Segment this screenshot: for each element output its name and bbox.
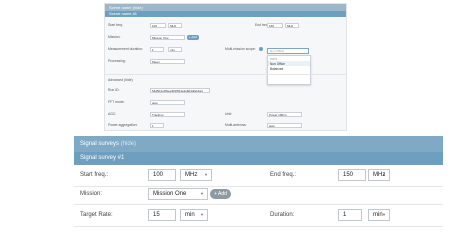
mini-unit-label: Unit: (225, 112, 232, 116)
mini-measurement-label: Measurement duration: (108, 47, 143, 51)
mini-agc-select[interactable]: Tracking (150, 111, 185, 117)
mission-select[interactable]: Mission One (148, 188, 208, 200)
mini-survey-panel: Scene name (hide) Scene name #1 Start fr… (104, 3, 347, 131)
mini-mission-row: Mission: Mission One + Add (105, 33, 346, 41)
signal-surveys-header[interactable]: Signal surveys (hide) (74, 136, 443, 152)
mini-aggregation-row: Power aggregation: 1 Multi-antenna: auto (105, 121, 346, 129)
row-divider (74, 186, 443, 187)
mini-advanced-row: Advanced (hide) (105, 76, 346, 84)
mini-mission-select[interactable]: Mission One (150, 34, 185, 40)
mini-aggregation-label: Power aggregation: (108, 123, 138, 127)
info-icon[interactable] (259, 47, 263, 51)
mini-freq-row: Start freq: 100 MHz End freq: 150 MHz (105, 21, 346, 29)
mini-start-freq-label: Start freq: (108, 23, 123, 27)
target-rate-input[interactable]: 15 (148, 209, 176, 221)
start-freq-label: Start freq.: (80, 172, 109, 178)
end-freq-unit-select[interactable]: MHz (368, 169, 390, 181)
end-freq-label: End freq.: (270, 172, 297, 178)
start-freq-input[interactable]: 100 (148, 169, 176, 181)
mini-fft-row: FFT mode: auto (105, 98, 346, 106)
row-divider (74, 226, 443, 227)
mini-processing-select[interactable]: Mean (150, 58, 185, 64)
mini-divider (105, 74, 346, 75)
signal-survey-subheader: Signal survey #1 (74, 152, 443, 165)
hide-link[interactable]: (hide) (121, 141, 136, 147)
mini-end-freq-unit-select[interactable]: MHz (285, 22, 299, 28)
duration-input[interactable]: 1 (338, 209, 362, 221)
row-divider (74, 204, 443, 205)
target-rate-label: Target Rate: (80, 212, 113, 218)
mini-measurement-row: Measurement duration: 1 min Multi-missio… (105, 45, 346, 53)
mini-multi-antenna-label: Multi-antenna: (225, 123, 247, 127)
mini-agc-row: AGC: Tracking Unit: Power (dBm) (105, 110, 346, 118)
mini-multi-antenna-select[interactable]: auto (267, 122, 302, 128)
mini-section-title: Scene name (109, 5, 132, 10)
mini-hide-link[interactable]: (hide) (133, 5, 143, 10)
duration-label: Duration: (270, 212, 295, 218)
signal-surveys-panel: Signal surveys (hide) Signal survey #1 S… (74, 136, 443, 245)
mini-run-id-label: Run ID: (108, 88, 120, 92)
duration-unit-select[interactable]: min (368, 209, 390, 221)
mini-measurement-input[interactable]: 1 (150, 46, 164, 52)
mini-start-freq-input[interactable]: 100 (150, 22, 166, 28)
mini-fft-select[interactable]: auto (150, 99, 185, 105)
section-title: Signal surveys (80, 141, 120, 147)
mini-sub-header: Scene name #1 (105, 11, 346, 17)
mini-fft-label: FFT mode: (108, 100, 125, 104)
end-freq-input[interactable]: 150 (338, 169, 366, 181)
add-mission-button[interactable]: + Add (210, 189, 231, 199)
mini-start-freq-unit-select[interactable]: MHz (168, 22, 182, 28)
mini-section-header[interactable]: Scene name (hide) (105, 4, 346, 11)
dropdown-option[interactable]: Balanced (268, 66, 310, 71)
mini-multi-label: Multi-mission scope: (225, 47, 256, 51)
mini-add-mission-button[interactable]: + Add (187, 34, 199, 40)
mini-run-id-input[interactable]: 54d5b4c4f6ea4b9fb54e3e8d3dfab4a4 (150, 87, 210, 93)
mini-advanced-toggle[interactable]: Advanced (hide) (108, 76, 133, 84)
mission-label: Mission: (80, 191, 103, 197)
mini-processing-label: Processing: (108, 59, 126, 63)
mini-unit-select[interactable]: Power (dBm) (267, 111, 302, 117)
mini-scope-search-input[interactable]: Non Office (267, 48, 309, 54)
mini-aggregation-input[interactable]: 1 (150, 122, 164, 128)
target-rate-unit-select[interactable]: min (180, 209, 208, 221)
mini-measurement-unit-select[interactable]: min (168, 46, 182, 52)
mini-run-id-row: Run ID: 54d5b4c4f6ea4b9fb54e3e8d3dfab4a4 (105, 86, 346, 94)
mini-end-freq-input[interactable]: 150 (267, 22, 283, 28)
mini-mission-label: Mission: (108, 35, 121, 39)
mini-processing-row: Processing: Mean (105, 57, 346, 65)
mini-agc-label: AGC: (108, 112, 117, 116)
start-freq-unit-select[interactable]: MHz (180, 169, 212, 181)
